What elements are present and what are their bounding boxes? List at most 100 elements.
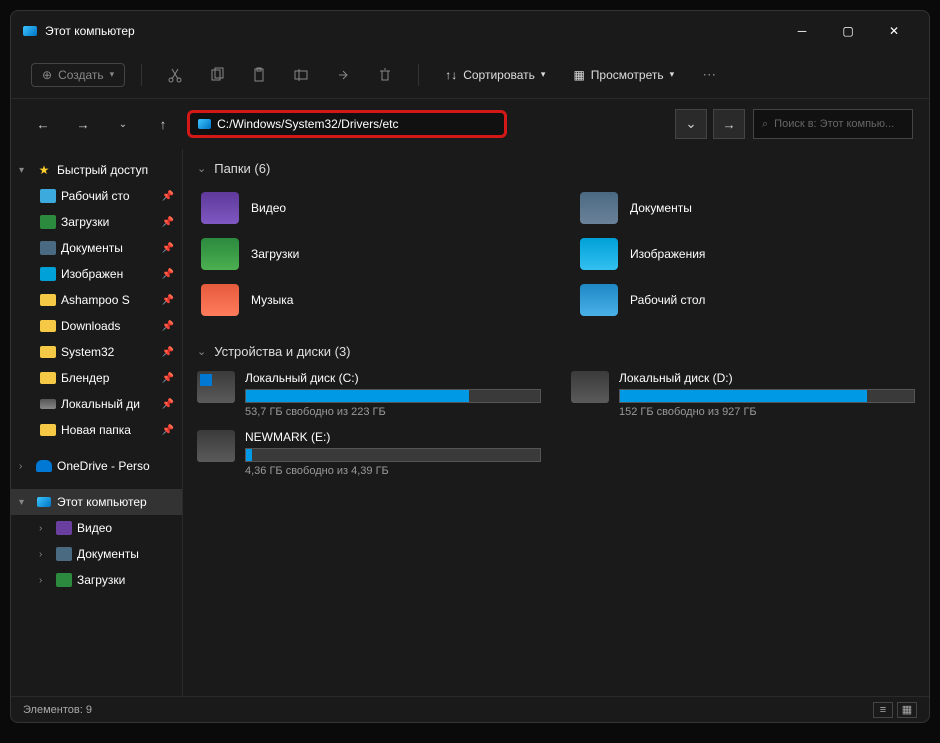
sidebar-item[interactable]: Локальный ди📌 [31, 391, 182, 417]
drive-item[interactable]: NEWMARK (E:) 4,36 ГБ свободно из 4,39 ГБ [197, 430, 541, 477]
share-button[interactable] [326, 60, 360, 90]
chevron-right-icon: › [39, 523, 51, 534]
sidebar-item-label: Загрузки [77, 573, 125, 587]
copy-button[interactable] [200, 60, 234, 90]
folder-item[interactable]: Музыка [197, 280, 536, 320]
sidebar-quick-access[interactable]: ▾ ★ Быстрый доступ [11, 157, 182, 183]
folder-label: Загрузки [251, 247, 299, 261]
pc-icon [35, 493, 53, 511]
grid-icon: ▦ [573, 68, 584, 82]
plus-icon: ⊕ [42, 68, 52, 82]
toolbar: ⊕ Создать ▾ ↑↓ Сортировать ▾ ▦ Просмотре… [11, 51, 929, 99]
chevron-right-icon: › [39, 549, 51, 560]
close-button[interactable]: ✕ [871, 15, 917, 47]
sidebar-item-label: Изображен [61, 267, 123, 281]
address-input[interactable] [217, 117, 496, 131]
forward-button[interactable]: → [67, 110, 99, 138]
folder-icon [55, 571, 73, 589]
address-bar[interactable] [187, 110, 507, 138]
address-dropdown-button[interactable]: ⌄ [675, 109, 707, 139]
cloud-icon [35, 457, 53, 475]
sort-button[interactable]: ↑↓ Сортировать ▾ [435, 64, 555, 86]
folder-icon [39, 421, 57, 439]
folder-item[interactable]: Рабочий стол [576, 280, 915, 320]
address-go-button[interactable]: → [713, 109, 745, 139]
details-view-button[interactable]: ≡ [873, 702, 893, 718]
more-button[interactable]: ⋯ [692, 60, 726, 90]
new-button[interactable]: ⊕ Создать ▾ [31, 63, 125, 87]
sidebar-item[interactable]: Блендер📌 [31, 365, 182, 391]
folder-icon [201, 238, 239, 270]
sort-label: Сортировать [463, 68, 535, 82]
minimize-button[interactable]: ─ [779, 15, 825, 47]
folder-icon [39, 343, 57, 361]
folder-item[interactable]: Документы [576, 188, 915, 228]
sidebar-item-label: Ashampoo S [61, 293, 130, 307]
view-button[interactable]: ▦ Просмотреть ▾ [563, 64, 684, 86]
sidebar-item[interactable]: Рабочий сто📌 [31, 183, 182, 209]
sidebar-this-pc[interactable]: ▾ Этот компьютер [11, 489, 182, 515]
statusbar: Элементов: 9 ≡ ▦ [11, 696, 929, 722]
pin-icon: 📌 [162, 399, 174, 410]
sidebar: ▾ ★ Быстрый доступ Рабочий сто📌 Загрузки 📌… [11, 149, 183, 696]
folder-icon [39, 265, 57, 283]
tiles-view-button[interactable]: ▦ [897, 702, 917, 718]
sidebar-item[interactable]: Документы📌 [31, 235, 182, 261]
sidebar-item-label: Загрузки [61, 215, 109, 229]
folder-icon [39, 187, 57, 205]
drive-item[interactable]: Локальный диск (C:) 53,7 ГБ свободно из … [197, 371, 541, 418]
sidebar-item[interactable]: Загрузки 📌 [31, 209, 182, 235]
chevron-down-icon: ▾ [541, 69, 546, 80]
drive-free-text: 53,7 ГБ свободно из 223 ГБ [245, 406, 541, 418]
sidebar-item[interactable]: Downloads📌 [31, 313, 182, 339]
folder-icon [201, 284, 239, 316]
folder-icon [39, 369, 57, 387]
up-button[interactable]: ↑ [147, 110, 179, 138]
folder-icon [39, 317, 57, 335]
chevron-right-icon: › [39, 575, 51, 586]
folder-item[interactable]: Видео [197, 188, 536, 228]
recent-button[interactable]: ⌄ [107, 110, 139, 138]
paste-button[interactable] [242, 60, 276, 90]
sidebar-onedrive[interactable]: › OneDrive - Perso [11, 453, 182, 479]
folder-label: Документы [630, 201, 692, 215]
sidebar-label: Этот компьютер [57, 495, 147, 509]
window-title: Этот компьютер [45, 24, 779, 38]
pin-icon: 📌 [162, 347, 174, 358]
sidebar-item[interactable]: Новая папка📌 [31, 417, 182, 443]
search-icon: ⌕ [762, 118, 768, 131]
drives-section-header[interactable]: ⌄ Устройства и диски (3) [197, 344, 915, 359]
rename-button[interactable] [284, 60, 318, 90]
drive-free-text: 152 ГБ свободно из 927 ГБ [619, 406, 915, 418]
sidebar-item[interactable]: System32📌 [31, 339, 182, 365]
drive-icon [571, 371, 609, 403]
drive-name: NEWMARK (E:) [245, 430, 541, 444]
pin-icon: 📌 [162, 321, 174, 332]
delete-button[interactable] [368, 60, 402, 90]
chevron-down-icon: ▾ [19, 497, 31, 508]
sidebar-item[interactable]: Изображен📌 [31, 261, 182, 287]
search-box[interactable]: ⌕ Поиск в: Этот компью... [753, 109, 913, 139]
maximize-button[interactable]: ▢ [825, 15, 871, 47]
drive-item[interactable]: Локальный диск (D:) 152 ГБ свободно из 9… [571, 371, 915, 418]
sidebar-item[interactable]: Ashampoo S📌 [31, 287, 182, 313]
drive-usage-bar [245, 389, 541, 403]
folder-label: Музыка [251, 293, 293, 307]
sidebar-item[interactable]: › Загрузки [31, 567, 182, 593]
folder-icon [201, 192, 239, 224]
sidebar-item[interactable]: ›Видео [31, 515, 182, 541]
chevron-down-icon: ▾ [670, 69, 675, 80]
folder-item[interactable]: Изображения [576, 234, 915, 274]
cut-button[interactable] [158, 60, 192, 90]
drives-header-label: Устройства и диски (3) [214, 344, 350, 359]
view-label: Просмотреть [591, 68, 664, 82]
sidebar-item[interactable]: ›Документы [31, 541, 182, 567]
folders-section-header[interactable]: ⌄ Папки (6) [197, 161, 915, 176]
drive-icon [197, 430, 235, 462]
back-button[interactable]: ← [27, 110, 59, 138]
folder-icon [39, 213, 57, 231]
item-count: Элементов: 9 [23, 704, 92, 716]
folder-item[interactable]: Загрузки [197, 234, 536, 274]
pin-icon: 📌 [162, 217, 174, 228]
folder-icon [580, 192, 618, 224]
